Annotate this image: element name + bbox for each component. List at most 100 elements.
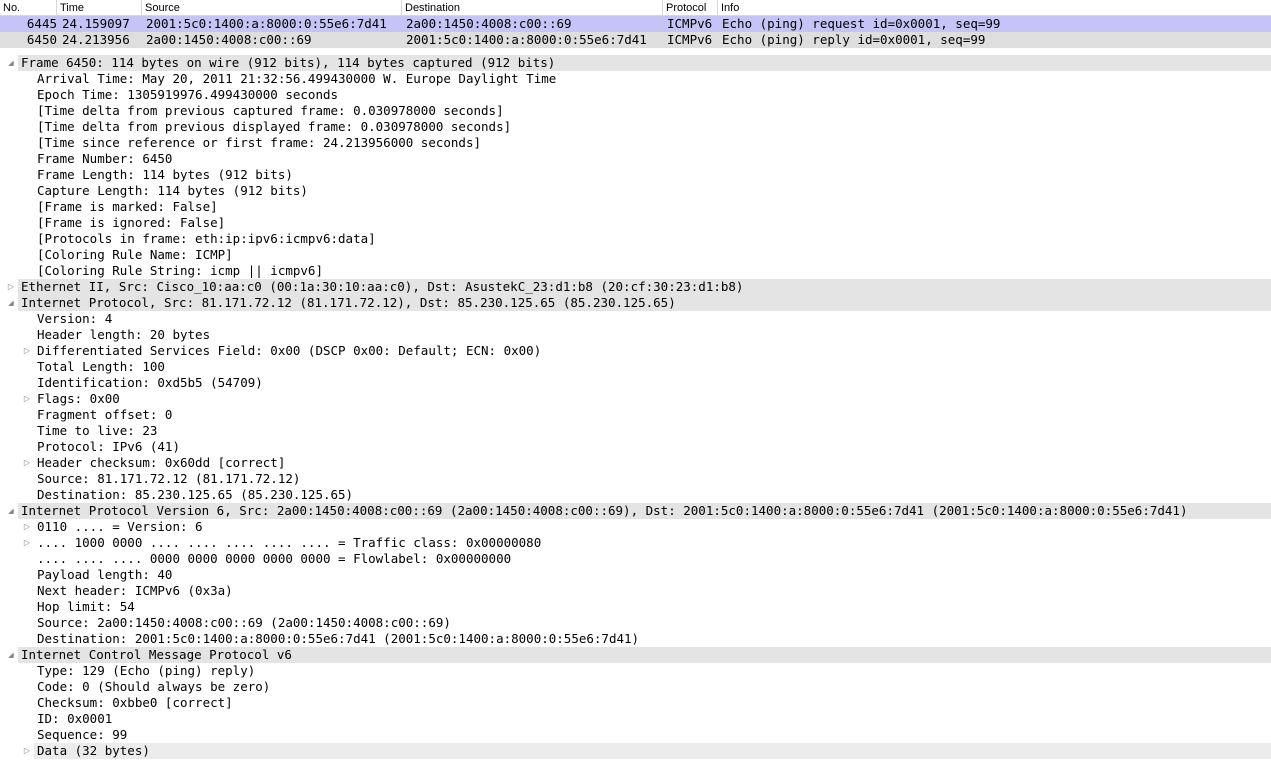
detail-field-row[interactable]: ▷ Flags: 0x00 <box>0 391 1271 407</box>
column-header-source[interactable]: Source <box>142 0 402 15</box>
packet-row[interactable]: 6445 24.159097 2001:5c0:1400:a:8000:0:55… <box>0 16 1271 32</box>
column-header-destination[interactable]: Destination <box>402 0 663 15</box>
detail-field-label: Source: 2a00:1450:4008:c00::69 (2a00:145… <box>37 615 451 630</box>
column-header-time[interactable]: Time <box>57 0 142 15</box>
detail-field-label: Arrival Time: May 20, 2011 21:32:56.4994… <box>37 71 557 86</box>
detail-field-label: [Protocols in frame: eth:ip:ipv6:icmpv6:… <box>37 231 376 246</box>
detail-field-label: Header checksum: 0x60dd [correct] <box>37 455 286 470</box>
triangle-down-icon[interactable]: ◢ <box>5 295 17 311</box>
detail-field-row[interactable]: [Protocols in frame: eth:ip:ipv6:icmpv6:… <box>0 231 1271 247</box>
detail-field-label: Source: 81.171.72.12 (81.171.72.12) <box>37 471 301 486</box>
detail-field-label: 0110 .... = Version: 6 <box>37 519 203 534</box>
detail-field-row[interactable]: Payload length: 40 <box>0 567 1271 583</box>
detail-field-row[interactable]: Sequence: 99 <box>0 727 1271 743</box>
packet-no: 6450 <box>26 32 57 47</box>
column-header-info[interactable]: Info <box>718 0 1271 15</box>
detail-field-row[interactable]: Fragment offset: 0 <box>0 407 1271 423</box>
detail-field-row[interactable]: Hop limit: 54 <box>0 599 1271 615</box>
detail-field-row[interactable]: [Coloring Rule String: icmp || icmpv6] <box>0 263 1271 279</box>
triangle-right-icon[interactable]: ▷ <box>21 743 33 759</box>
triangle-right-icon[interactable]: ▷ <box>21 455 33 471</box>
detail-field-row[interactable]: Time to live: 23 <box>0 423 1271 439</box>
triangle-down-icon[interactable]: ◢ <box>5 55 17 71</box>
detail-field-row[interactable]: Protocol: IPv6 (41) <box>0 439 1271 455</box>
detail-section-label: Ethernet II, Src: Cisco_10:aa:c0 (00:1a:… <box>21 279 744 294</box>
triangle-right-icon[interactable]: ▷ <box>21 519 33 535</box>
detail-field-label: Payload length: 40 <box>37 567 173 582</box>
detail-field-row[interactable]: .... .... .... 0000 0000 0000 0000 0000 … <box>0 551 1271 567</box>
detail-field-label: Next header: ICMPv6 (0x3a) <box>37 583 233 598</box>
detail-field-label: Destination: 85.230.125.65 (85.230.125.6… <box>37 487 354 502</box>
detail-field-row[interactable]: Source: 81.171.72.12 (81.171.72.12) <box>0 471 1271 487</box>
detail-field-row[interactable]: Destination: 85.230.125.65 (85.230.125.6… <box>0 487 1271 503</box>
detail-field-row[interactable]: [Frame is ignored: False] <box>0 215 1271 231</box>
detail-field-row[interactable]: ▷ 0110 .... = Version: 6 <box>0 519 1271 535</box>
detail-section-row[interactable]: ◢ Internet Control Message Protocol v6 <box>0 647 1271 663</box>
detail-field-row[interactable]: [Time since reference or first frame: 24… <box>0 135 1271 151</box>
detail-field-row[interactable]: Destination: 2001:5c0:1400:a:8000:0:55e6… <box>0 631 1271 647</box>
detail-field-row[interactable]: Next header: ICMPv6 (0x3a) <box>0 583 1271 599</box>
packet-list-header: No. Time Source Destination Protocol Inf… <box>0 0 1271 16</box>
detail-field-label: Header length: 20 bytes <box>37 327 211 342</box>
detail-section-row[interactable]: ◢ Internet Protocol Version 6, Src: 2a00:… <box>0 503 1271 519</box>
detail-section-label: Internet Protocol Version 6, Src: 2a00:1… <box>21 503 1188 518</box>
detail-field-row[interactable]: Header length: 20 bytes <box>0 327 1271 343</box>
detail-field-label: [Frame is marked: False] <box>37 199 218 214</box>
column-header-protocol[interactable]: Protocol <box>663 0 718 15</box>
detail-field-row[interactable]: [Coloring Rule Name: ICMP] <box>0 247 1271 263</box>
detail-field-row[interactable]: Frame Number: 6450 <box>0 151 1271 167</box>
packet-info: Echo (ping) request id=0x0001, seq=99 <box>722 16 1001 31</box>
detail-field-label: Capture Length: 114 bytes (912 bits) <box>37 183 308 198</box>
detail-field-row[interactable]: Type: 129 (Echo (ping) reply) <box>0 663 1271 679</box>
detail-field-row[interactable]: Epoch Time: 1305919976.499430000 seconds <box>0 87 1271 103</box>
detail-field-row[interactable]: Code: 0 (Should always be zero) <box>0 679 1271 695</box>
detail-field-row[interactable]: ▷ .... 1000 0000 .... .... .... .... ....… <box>0 535 1271 551</box>
detail-field-row[interactable]: Capture Length: 114 bytes (912 bits) <box>0 183 1271 199</box>
detail-field-label: Sequence: 99 <box>37 727 128 742</box>
triangle-down-icon[interactable]: ◢ <box>5 503 17 519</box>
detail-field-row[interactable]: [Frame is marked: False] <box>0 199 1271 215</box>
packet-protocol: ICMPv6 <box>667 16 713 31</box>
detail-field-label: Protocol: IPv6 (41) <box>37 439 180 454</box>
packet-info: Echo (ping) reply id=0x0001, seq=99 <box>722 32 986 47</box>
triangle-right-icon[interactable]: ▷ <box>21 391 33 407</box>
detail-field-label: Flags: 0x00 <box>37 391 120 406</box>
detail-field-row[interactable]: ID: 0x0001 <box>0 711 1271 727</box>
triangle-right-icon[interactable]: ▷ <box>21 535 33 551</box>
detail-field-label: Fragment offset: 0 <box>37 407 173 422</box>
detail-field-label: Total Length: 100 <box>37 359 165 374</box>
packet-destination: 2a00:1450:4008:c00::69 <box>406 16 572 31</box>
packet-time: 24.159097 <box>62 16 130 31</box>
detail-field-row[interactable]: ▷ Header checksum: 0x60dd [correct] <box>0 455 1271 471</box>
packet-row[interactable]: 6450 24.213956 2a00:1450:4008:c00::69 20… <box>0 32 1271 48</box>
detail-field-label: .... 1000 0000 .... .... .... .... .... … <box>37 535 542 550</box>
triangle-right-icon[interactable]: ▷ <box>21 343 33 359</box>
detail-field-row[interactable]: ▷ Differentiated Services Field: 0x00 (DS… <box>0 343 1271 359</box>
triangle-down-icon[interactable]: ◢ <box>5 647 17 663</box>
detail-section-label: Internet Control Message Protocol v6 <box>21 647 292 662</box>
detail-field-row[interactable]: [Time delta from previous captured frame… <box>0 103 1271 119</box>
detail-field-label: [Coloring Rule String: icmp || icmpv6] <box>37 263 323 278</box>
detail-field-row[interactable]: [Time delta from previous displayed fram… <box>0 119 1271 135</box>
detail-field-row[interactable]: Identification: 0xd5b5 (54709) <box>0 375 1271 391</box>
detail-field-label: [Time delta from previous displayed fram… <box>37 119 512 134</box>
detail-field-label: Frame Number: 6450 <box>37 151 173 166</box>
detail-field-row[interactable]: Arrival Time: May 20, 2011 21:32:56.4994… <box>0 71 1271 87</box>
detail-field-row[interactable]: Frame Length: 114 bytes (912 bits) <box>0 167 1271 183</box>
detail-field-row[interactable]: ▷ Data (32 bytes) <box>0 743 1271 759</box>
detail-field-label: Frame Length: 114 bytes (912 bits) <box>37 167 293 182</box>
detail-section-row[interactable]: ◢ Frame 6450: 114 bytes on wire (912 bits… <box>0 55 1271 71</box>
detail-field-row[interactable]: Version: 4 <box>0 311 1271 327</box>
detail-section-row[interactable]: ▷ Ethernet II, Src: Cisco_10:aa:c0 (00:1a… <box>0 279 1271 295</box>
detail-section-row[interactable]: ◢ Internet Protocol, Src: 81.171.72.12 (8… <box>0 295 1271 311</box>
detail-field-label: Type: 129 (Echo (ping) reply) <box>37 663 256 678</box>
detail-field-row[interactable]: Total Length: 100 <box>0 359 1271 375</box>
detail-field-label: [Coloring Rule Name: ICMP] <box>37 247 233 262</box>
detail-field-label: Hop limit: 54 <box>37 599 135 614</box>
detail-field-row[interactable]: Checksum: 0xbbe0 [correct] <box>0 695 1271 711</box>
packet-time: 24.213956 <box>62 32 130 47</box>
triangle-right-icon[interactable]: ▷ <box>5 279 17 295</box>
detail-field-label: Destination: 2001:5c0:1400:a:8000:0:55e6… <box>37 631 640 646</box>
column-header-no[interactable]: No. <box>0 0 57 15</box>
detail-field-row[interactable]: Source: 2a00:1450:4008:c00::69 (2a00:145… <box>0 615 1271 631</box>
